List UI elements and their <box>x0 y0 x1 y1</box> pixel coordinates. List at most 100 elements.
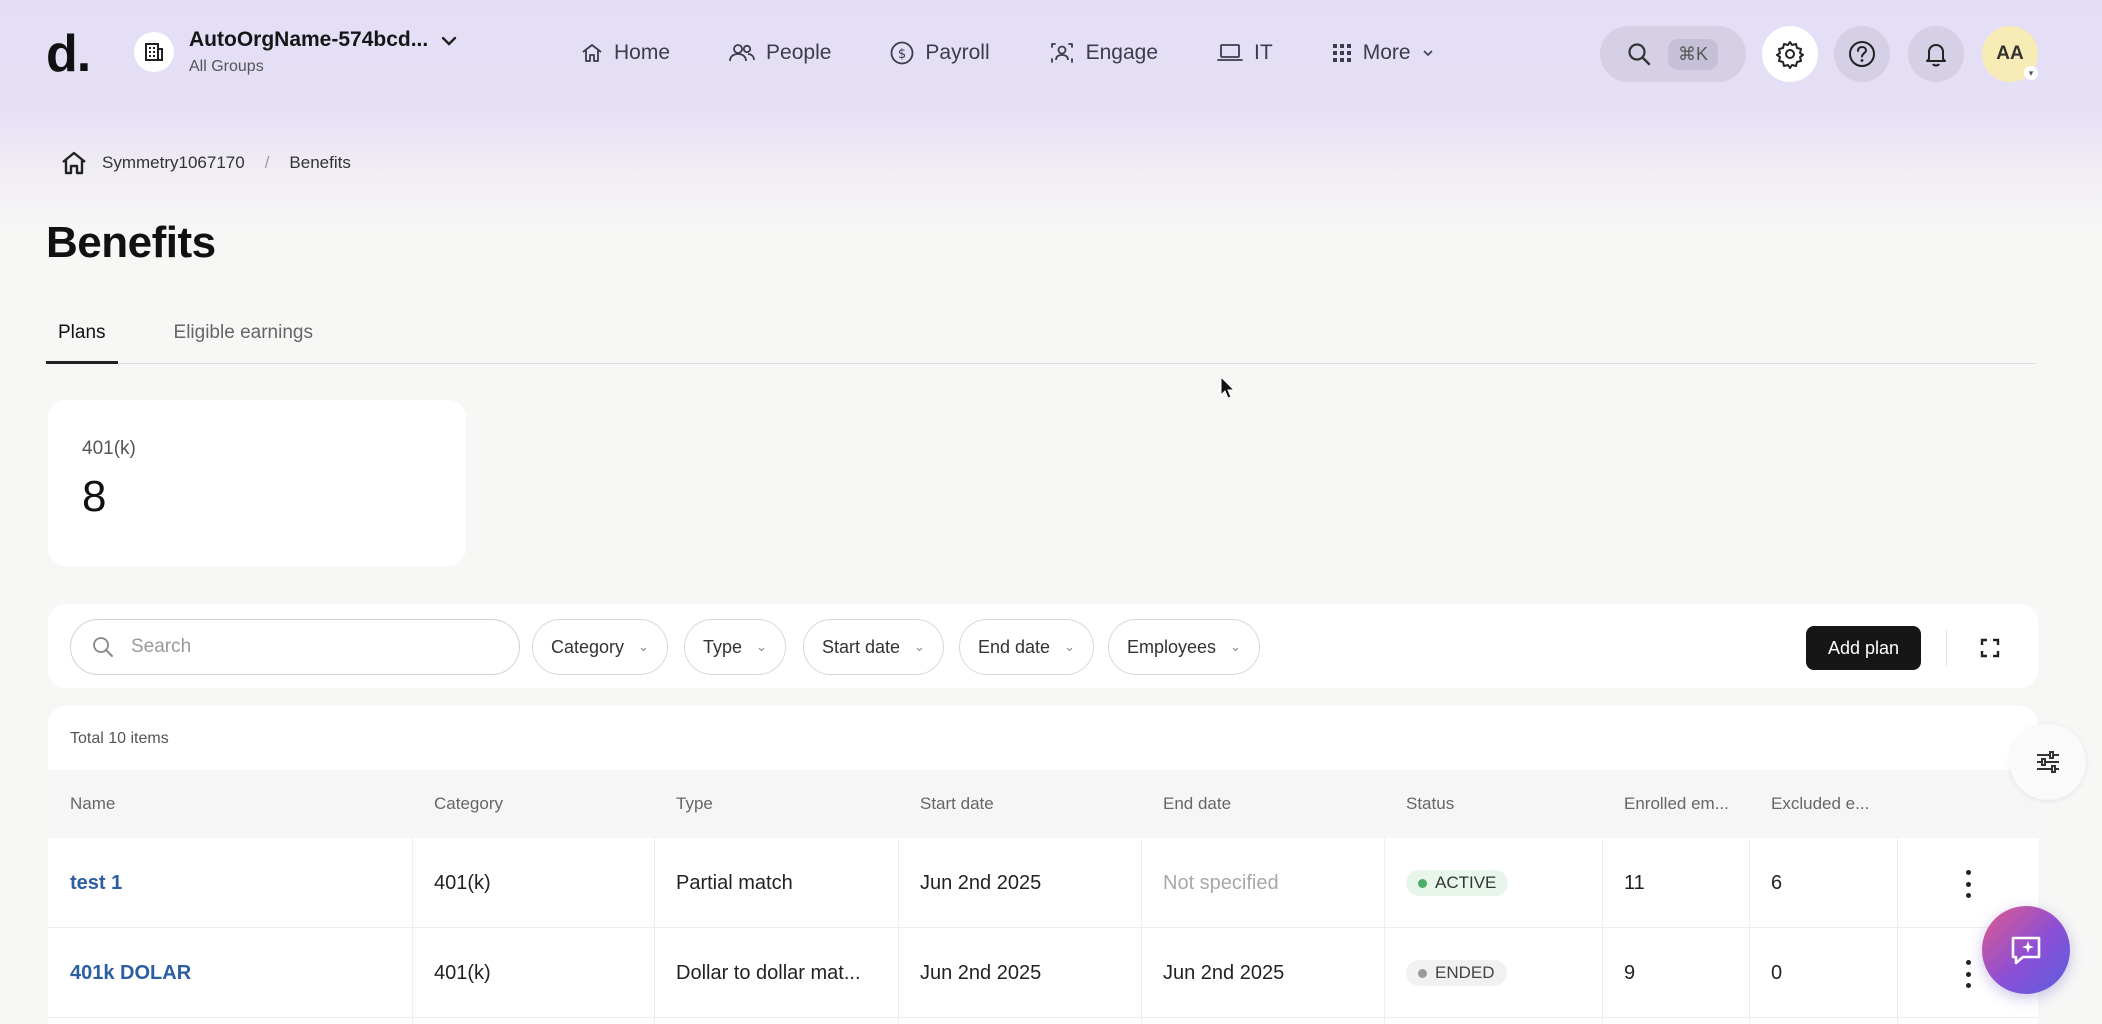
filter-label: Type <box>703 636 743 657</box>
chevron-down-icon: ⌄ <box>638 639 649 654</box>
building-icon[interactable] <box>134 32 174 72</box>
grid-icon <box>1332 44 1351 62</box>
cell-start-date: Jun 2nd 2025 <box>920 961 1042 984</box>
search-field[interactable] <box>70 619 520 675</box>
row-actions-icon[interactable] <box>1956 960 1980 988</box>
nav-item-home[interactable]: Home <box>580 36 670 70</box>
cell-start-date: Jun 2nd 2025 <box>920 871 1042 894</box>
search-input[interactable] <box>131 636 491 658</box>
column-header-category[interactable]: Category <box>412 770 503 838</box>
stat-label: 401(k) <box>82 438 136 459</box>
people-icon <box>729 44 755 62</box>
home-icon[interactable] <box>60 150 88 176</box>
settings-button[interactable] <box>1762 26 1818 82</box>
cell-excluded: 0 <box>1771 961 1783 984</box>
help-button[interactable] <box>1834 26 1890 82</box>
cell-excluded: 6 <box>1771 871 1783 894</box>
chevron-down-icon: ▾ <box>2024 66 2038 80</box>
cell-type: Dollar to dollar mat... <box>676 961 861 984</box>
chevron-down-icon: ⌄ <box>1064 639 1075 654</box>
svg-text:$: $ <box>898 47 906 62</box>
column-header-type[interactable]: Type <box>654 770 713 838</box>
org-switcher-name[interactable]: AutoOrgName-574bcd... <box>189 28 428 52</box>
status-text: ENDED <box>1435 963 1495 982</box>
chevron-down-icon: ⌄ <box>1230 639 1241 654</box>
filter-category[interactable]: Category ⌄ <box>532 619 668 675</box>
chevron-down-icon: ⌄ <box>756 639 767 654</box>
stat-value: 8 <box>82 472 107 521</box>
search-icon <box>93 637 113 657</box>
filter-label: End date <box>978 636 1051 657</box>
column-header-end-date[interactable]: End date <box>1141 770 1231 838</box>
add-plan-button[interactable]: Add plan <box>1806 626 1922 670</box>
column-header-enrolled[interactable]: Enrolled em... <box>1602 770 1729 838</box>
engage-icon <box>1050 43 1073 63</box>
nav-label: IT <box>1254 41 1273 64</box>
nav-item-it[interactable]: IT <box>1216 36 1273 70</box>
column-header-start-date[interactable]: Start date <box>898 770 994 838</box>
app-logo[interactable]: d. <box>46 24 91 84</box>
cell-end-date: Not specified <box>1163 871 1279 894</box>
breadcrumb-current: Benefits <box>289 153 351 172</box>
org-switcher-subtitle: All Groups <box>189 58 264 75</box>
column-settings-button[interactable] <box>2010 724 2086 800</box>
filter-label: Category <box>551 636 625 657</box>
filter-employees[interactable]: Employees ⌄ <box>1108 619 1260 675</box>
notifications-button[interactable] <box>1908 26 1964 82</box>
laptop-icon <box>1217 44 1243 61</box>
total-items: Total 10 items <box>70 730 169 747</box>
column-header-excluded[interactable]: Excluded e... <box>1749 770 1869 838</box>
gear-icon <box>1776 41 1804 69</box>
nav-item-payroll[interactable]: $ Payroll <box>889 36 990 70</box>
cell-enrolled: 9 <box>1624 961 1636 984</box>
plan-name-link[interactable]: test 1 <box>70 872 122 895</box>
status-dot <box>1418 878 1427 888</box>
row-actions-icon[interactable] <box>1956 870 1980 898</box>
nav-item-more[interactable]: More <box>1331 36 1435 70</box>
column-header-name[interactable]: Name <box>48 770 115 838</box>
table-row[interactable]: 401k DOLAR 401(k) Dollar to dollar mat..… <box>48 928 2038 1018</box>
ai-assistant-button[interactable] <box>1982 906 2070 994</box>
chat-sparkle-icon <box>2011 936 2041 965</box>
nav-label: More <box>1362 41 1411 64</box>
status-text: ACTIVE <box>1435 873 1497 892</box>
nav-item-people[interactable]: People <box>728 36 831 70</box>
nav-label: Home <box>614 41 671 64</box>
tab-eligible-earnings[interactable]: Eligible earnings <box>162 320 325 364</box>
status-badge: ENDED <box>1406 960 1507 986</box>
cell-end-date: Jun 2nd 2025 <box>1163 961 1285 984</box>
cell-category: 401(k) <box>434 871 491 894</box>
keyboard-shortcut: ⌘K <box>1668 38 1719 70</box>
stat-card-401k[interactable]: 401(k) 8 <box>48 400 466 566</box>
cell-type: Partial match <box>676 871 793 894</box>
filter-start-date[interactable]: Start date ⌄ <box>803 619 944 675</box>
status-badge: ACTIVE <box>1406 870 1509 896</box>
nav-label: Engage <box>1085 41 1159 64</box>
filter-bar: Category ⌄ Type ⌄ Start date ⌄ End date … <box>48 604 2038 688</box>
filter-end-date[interactable]: End date ⌄ <box>959 619 1094 675</box>
bell-icon <box>1926 44 1946 67</box>
sliders-icon <box>2037 751 2059 773</box>
page-title: Benefits <box>46 218 216 267</box>
column-header-status[interactable]: Status <box>1384 770 1454 838</box>
search-icon <box>1628 43 1651 66</box>
tab-bar: Plans Eligible earnings <box>46 320 2036 364</box>
payroll-icon: $ <box>891 41 914 65</box>
main-nav: Home People $ Payroll Engage IT More <box>580 36 1493 70</box>
chevron-down-icon <box>1422 50 1433 57</box>
cell-enrolled: 11 <box>1624 871 1645 894</box>
chevron-down-icon[interactable] <box>438 30 460 57</box>
fullscreen-button[interactable] <box>1972 630 2008 666</box>
table-row[interactable]: test 1 401(k) Partial match Jun 2nd 2025… <box>48 838 2038 928</box>
cell-category: 401(k) <box>434 961 491 984</box>
nav-label: People <box>766 41 832 64</box>
nav-label: Payroll <box>925 41 990 64</box>
breadcrumb-root[interactable]: Symmetry1067170 <box>102 153 245 173</box>
global-search-button[interactable]: ⌘K <box>1600 26 1746 82</box>
filter-type[interactable]: Type ⌄ <box>684 619 786 675</box>
nav-item-engage[interactable]: Engage <box>1048 36 1158 70</box>
plan-name-link[interactable]: 401k DOLAR <box>70 962 191 985</box>
plans-table: Total 10 items Name Category Type Start … <box>48 706 2038 1024</box>
breadcrumb: Symmetry1067170 / Benefits <box>60 150 351 176</box>
tab-plans[interactable]: Plans <box>46 320 118 364</box>
